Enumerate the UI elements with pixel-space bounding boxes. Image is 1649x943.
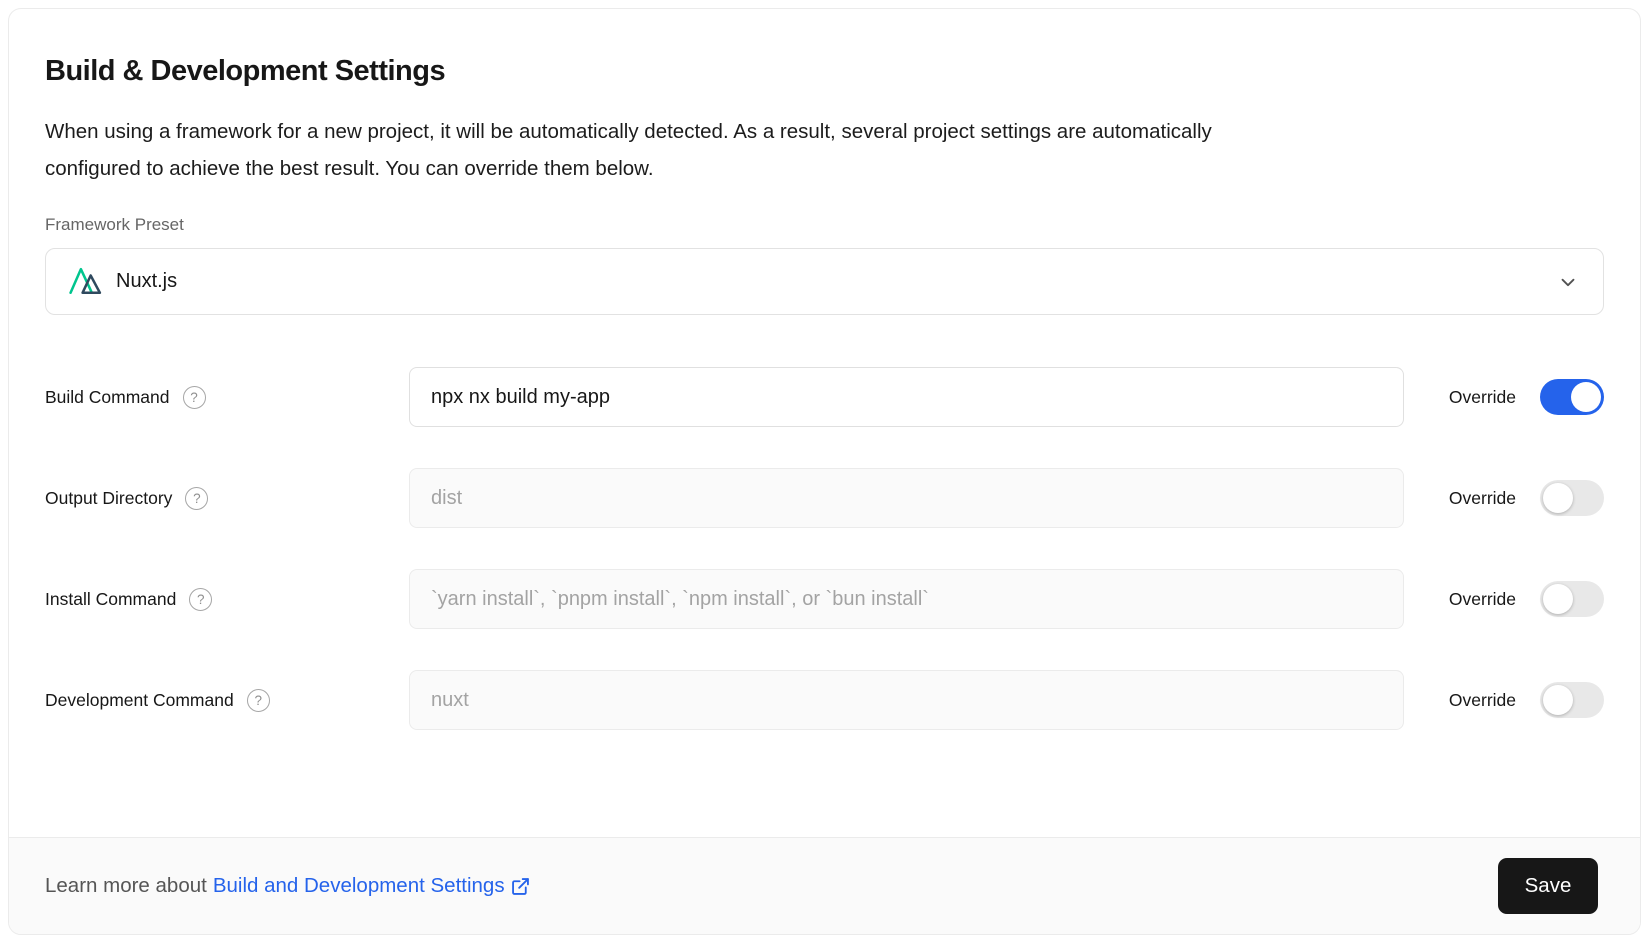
external-link-icon: [510, 876, 531, 897]
install-command-input: [409, 569, 1404, 629]
output-directory-override-group: Override: [1449, 480, 1604, 516]
development-command-label-group: Development Command ?: [45, 689, 409, 712]
build-command-row: Build Command ? Override: [45, 367, 1604, 427]
build-command-label-group: Build Command ?: [45, 386, 409, 409]
learn-more-link-label: Build and Development Settings: [213, 874, 505, 898]
framework-preset-select[interactable]: Nuxt.js: [45, 248, 1604, 315]
build-command-override-toggle[interactable]: [1540, 379, 1604, 415]
install-command-row: Install Command ? Override: [45, 569, 1604, 629]
help-circle-icon[interactable]: ?: [247, 689, 270, 712]
development-command-input: [409, 670, 1404, 730]
install-command-label-group: Install Command ?: [45, 588, 409, 611]
framework-preset-label: Framework Preset: [45, 215, 1604, 235]
build-command-label: Build Command: [45, 387, 170, 408]
learn-more-prefix: Learn more about: [45, 874, 207, 898]
card-main: Build & Development Settings When using …: [9, 9, 1640, 730]
help-circle-icon[interactable]: ?: [183, 386, 206, 409]
build-settings-card: Build & Development Settings When using …: [8, 8, 1641, 935]
help-circle-icon[interactable]: ?: [185, 487, 208, 510]
build-command-input[interactable]: [409, 367, 1404, 427]
output-directory-row: Output Directory ? Override: [45, 468, 1604, 528]
description-line-1: When using a framework for a new project…: [45, 113, 1604, 150]
toggle-knob: [1571, 382, 1601, 412]
framework-preset-selected: Nuxt.js: [68, 264, 177, 300]
learn-more-text: Learn more about Build and Development S…: [45, 874, 531, 898]
development-command-label: Development Command: [45, 690, 234, 711]
output-directory-label-group: Output Directory ?: [45, 487, 409, 510]
build-command-override-group: Override: [1449, 379, 1604, 415]
framework-preset-value: Nuxt.js: [116, 270, 177, 293]
output-directory-label: Output Directory: [45, 488, 172, 509]
output-directory-override-toggle[interactable]: [1540, 480, 1604, 516]
help-circle-icon[interactable]: ?: [189, 588, 212, 611]
chevron-down-icon: [1557, 271, 1579, 293]
development-command-override-toggle[interactable]: [1540, 682, 1604, 718]
toggle-knob: [1543, 584, 1573, 614]
nuxt-icon: [68, 264, 103, 300]
development-command-row: Development Command ? Override: [45, 670, 1604, 730]
settings-rows: Build Command ? Override Output Director…: [45, 367, 1604, 730]
override-label: Override: [1449, 488, 1516, 509]
override-label: Override: [1449, 589, 1516, 610]
toggle-knob: [1543, 483, 1573, 513]
card-footer: Learn more about Build and Development S…: [9, 837, 1640, 934]
install-command-override-toggle[interactable]: [1540, 581, 1604, 617]
toggle-knob: [1543, 685, 1573, 715]
override-label: Override: [1449, 690, 1516, 711]
page-title: Build & Development Settings: [45, 55, 1604, 88]
install-command-label: Install Command: [45, 589, 176, 610]
install-command-override-group: Override: [1449, 581, 1604, 617]
settings-description: When using a framework for a new project…: [45, 113, 1604, 187]
save-button[interactable]: Save: [1498, 858, 1598, 914]
learn-more-link[interactable]: Build and Development Settings: [213, 874, 531, 898]
description-line-2: configured to achieve the best result. Y…: [45, 150, 1604, 187]
development-command-override-group: Override: [1449, 682, 1604, 718]
output-directory-input: [409, 468, 1404, 528]
override-label: Override: [1449, 387, 1516, 408]
